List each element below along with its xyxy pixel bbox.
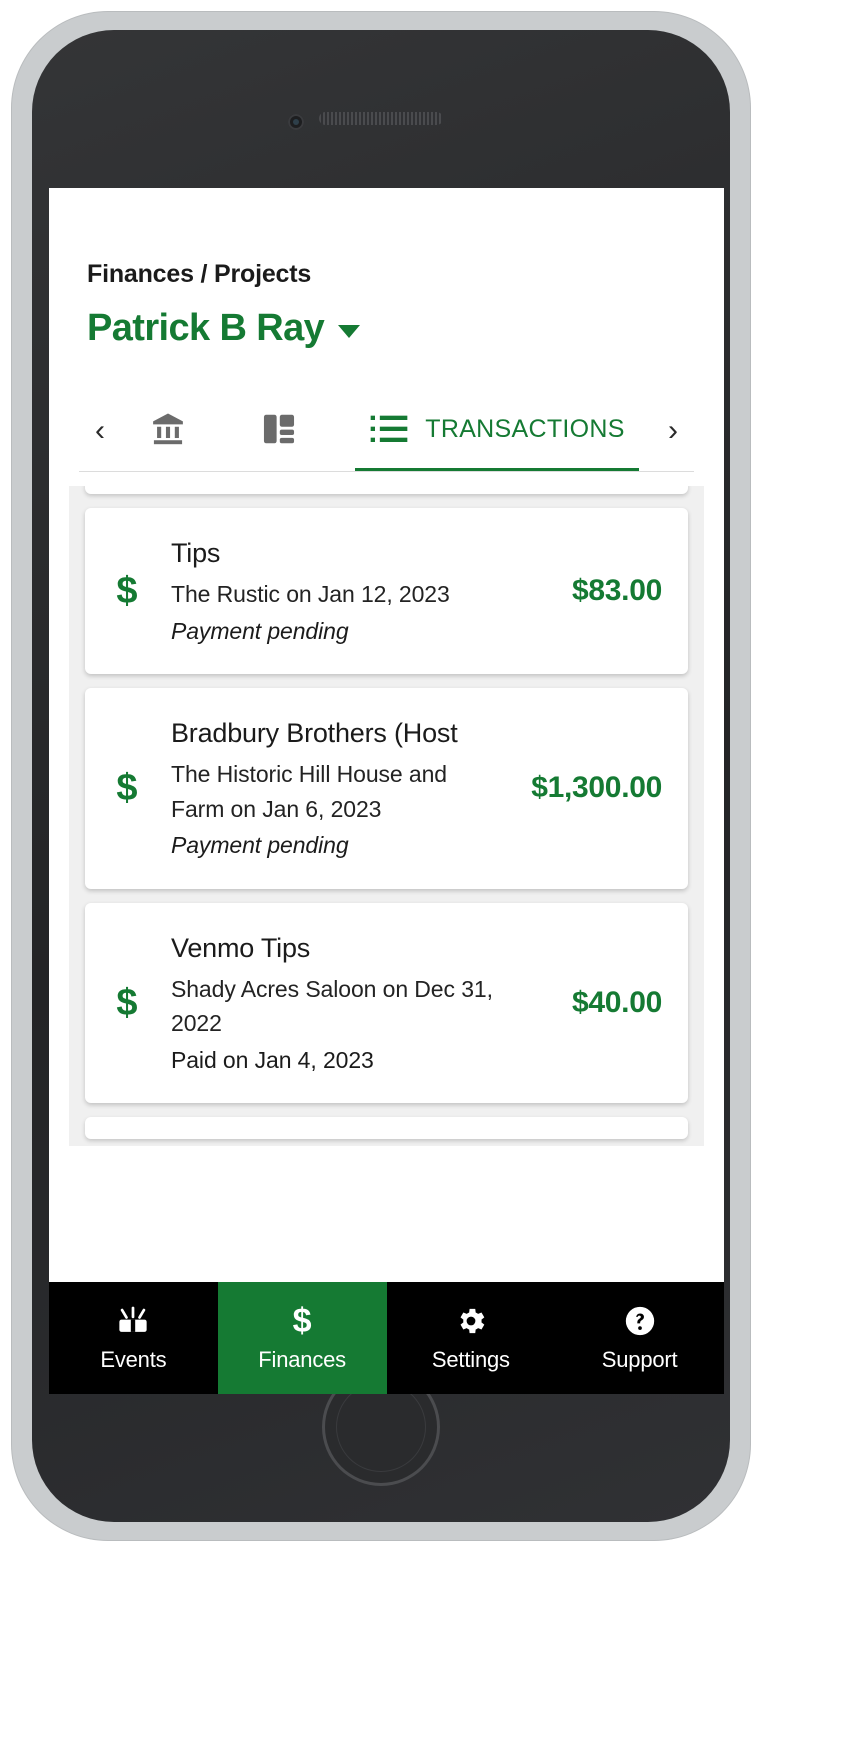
tab-overview[interactable] [245, 390, 329, 472]
list-icon [369, 412, 409, 446]
phone-volume-down-button[interactable] [18, 524, 26, 620]
dollar-sign-icon: $ [116, 766, 138, 809]
app-header: Finances / Projects Patrick B Ray [49, 188, 724, 350]
phone-power-button[interactable] [736, 384, 744, 512]
phone-front-camera [288, 114, 304, 130]
tab-list: TRANSACTIONS [121, 390, 652, 472]
transaction-title: Tips [171, 538, 221, 568]
nav-item-settings-label: Settings [431, 1347, 510, 1372]
nav-item-finances-label: Finances [258, 1347, 346, 1372]
transaction-details: Venmo Tips Shady Acres Saloon on Dec 31,… [171, 929, 542, 1078]
nav-item-support[interactable]: Support [555, 1282, 724, 1394]
question-circle-icon [623, 1303, 657, 1339]
gear-icon [454, 1303, 488, 1339]
transactions-list[interactable]: $ Tips The Rustic on Jan 12, 2023 Paymen… [69, 486, 704, 1146]
transaction-card-partial-bottom[interactable] [85, 1117, 688, 1140]
transaction-amount: $40.00 [572, 986, 662, 1020]
nav-item-events-label: Events [100, 1347, 167, 1372]
transaction-amount: $83.00 [572, 574, 662, 608]
transaction-details: Tips The Rustic on Jan 12, 2023 Payment … [171, 534, 542, 648]
dollar-sign-icon: $ [292, 1302, 312, 1340]
bank-icon [148, 410, 188, 448]
nav-item-finances[interactable]: $ Finances [217, 1282, 387, 1394]
tab-scroll-prev-button[interactable]: ‹ [79, 390, 121, 472]
transaction-card-partial-top[interactable] [85, 486, 688, 494]
transaction-amount: $1,300.00 [531, 771, 662, 805]
nav-item-settings[interactable]: Settings [387, 1282, 556, 1394]
transaction-details: Bradbury Brothers (Host The Historic Hil… [171, 714, 501, 863]
events-icon [115, 1303, 151, 1339]
tab-accounts[interactable] [134, 390, 218, 472]
transaction-status: Paid on Jan 4, 2023 [171, 1046, 374, 1073]
transaction-subtitle: Shady Acres Saloon on Dec 31, 2022 [171, 975, 493, 1037]
dashboard-grid-icon [259, 410, 299, 448]
app-screen: Finances / Projects Patrick B Ray ‹ TRAN… [49, 188, 724, 1394]
account-name: Patrick B Ray [87, 307, 325, 349]
phone-volume-up-button[interactable] [18, 404, 26, 500]
dollar-sign-icon: $ [116, 981, 138, 1024]
tab-strip: ‹ TRANSACTIONS › [49, 390, 724, 472]
transaction-subtitle: The Historic Hill House and Farm on Jan … [171, 761, 447, 822]
bottom-navigation: Events $ Finances Settings Support [49, 1282, 724, 1394]
dollar-sign-icon: $ [116, 569, 138, 612]
table-row[interactable]: $ Venmo Tips Shady Acres Saloon on Dec 3… [85, 902, 688, 1104]
tab-transactions[interactable]: TRANSACTIONS [355, 390, 639, 472]
transaction-title: Bradbury Brothers (Host [171, 718, 458, 749]
nav-item-events[interactable]: Events [49, 1282, 218, 1394]
tab-strip-divider [79, 471, 694, 472]
table-row[interactable]: $ Bradbury Brothers (Host The Historic H… [85, 688, 688, 889]
nav-item-support-label: Support [601, 1347, 678, 1372]
tab-transactions-label: TRANSACTIONS [425, 414, 625, 443]
screenshot-stage: Finances / Projects Patrick B Ray ‹ TRAN… [0, 0, 862, 1754]
transaction-status: Payment pending [171, 617, 349, 644]
transaction-title: Venmo Tips [171, 932, 311, 963]
tab-scroll-next-button[interactable]: › [652, 390, 694, 472]
chevron-down-icon [338, 325, 361, 338]
transaction-subtitle: The Rustic on Jan 12, 2023 [171, 581, 450, 608]
table-row[interactable]: $ Tips The Rustic on Jan 12, 2023 Paymen… [85, 508, 688, 675]
phone-mute-switch[interactable] [18, 312, 26, 370]
phone-earpiece-speaker [319, 112, 443, 125]
account-selector[interactable]: Patrick B Ray [87, 307, 724, 350]
transaction-status: Payment pending [171, 832, 349, 859]
breadcrumb: Finances / Projects [87, 260, 312, 288]
